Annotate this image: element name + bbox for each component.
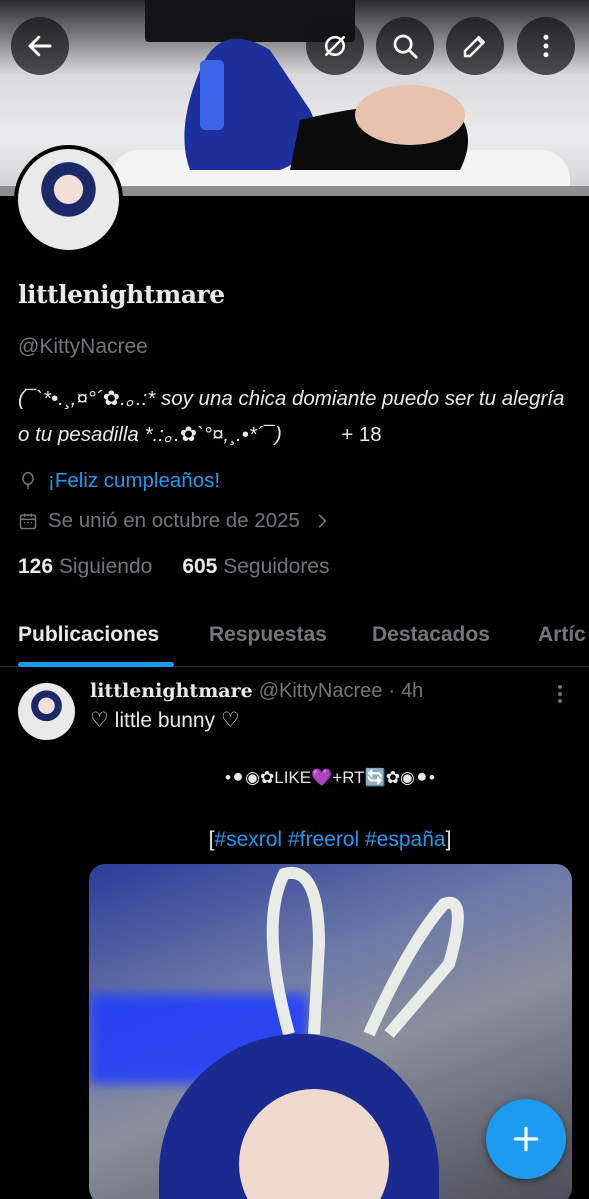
following-link[interactable]: 126 Siguiendo — [18, 555, 152, 579]
back-button[interactable] — [11, 17, 69, 75]
joined-row[interactable]: Se unió en octubre de 2025 — [18, 509, 332, 533]
hashtag-link[interactable]: #españa — [365, 828, 446, 851]
post-deco-line: •⚫◉✿LIKE💜+RT🔄✿◉⚫• — [224, 768, 436, 787]
post-author-name[interactable]: littlenightmare — [90, 680, 253, 702]
mute-button[interactable] — [306, 17, 364, 75]
tab-articles[interactable]: Artíc — [538, 623, 586, 647]
search-button[interactable] — [376, 17, 434, 75]
more-button[interactable] — [517, 17, 575, 75]
tags-close: ] — [445, 828, 452, 851]
avatar-image — [18, 149, 119, 250]
no-sound-icon — [325, 36, 345, 56]
edit-button[interactable] — [446, 17, 504, 75]
hashtag-link[interactable]: #freerol — [288, 828, 359, 851]
edit-icon — [463, 36, 485, 58]
followers-count: 605 — [182, 555, 218, 578]
bio-text: (¯`*•.¸,¤°´✿.｡.:* soy una chica domiante… — [18, 387, 565, 446]
post-author-handle: @KittyNacree — [258, 680, 383, 702]
post-header: littlenightmare @KittyNacree · 4h — [90, 680, 423, 703]
balloon-icon — [22, 471, 34, 490]
follow-stats: 126 Siguiendo 605 Seguidores — [18, 555, 329, 579]
followers-label: Seguidores — [223, 555, 330, 578]
post-more-icon[interactable] — [548, 680, 572, 708]
followers-link[interactable]: 605 Seguidores — [182, 555, 329, 579]
plus-icon — [513, 1126, 539, 1152]
hashtag-link[interactable]: #sexrol — [214, 828, 282, 851]
bunny-ears — [266, 866, 464, 1038]
profile-bio: (¯`*•.¸,¤°´✿.｡.:* soy una chica domiante… — [18, 381, 578, 453]
more-vertical-icon — [543, 34, 549, 58]
tab-highlights[interactable]: Destacados — [372, 623, 490, 647]
following-count: 126 — [18, 555, 54, 578]
post-separator: · — [388, 680, 396, 702]
post-avatar[interactable] — [18, 683, 75, 740]
birthday-text: ¡Feliz cumpleaños! — [48, 469, 221, 492]
tab-posts[interactable]: Publicaciones — [18, 623, 159, 647]
bio-age: + 18 — [341, 423, 382, 446]
post-tags: [#sexrol #freerol #españa] — [90, 828, 570, 852]
chevron-right-icon — [318, 514, 327, 528]
active-tab-indicator — [18, 662, 174, 667]
profile-tabs: Publicaciones Respuestas Destacados Artí… — [0, 605, 589, 667]
arrow-left-icon — [28, 35, 52, 57]
post-time: 4h — [401, 680, 424, 702]
compose-button[interactable] — [486, 1099, 566, 1179]
tab-replies[interactable]: Respuestas — [209, 623, 327, 647]
birthday-row[interactable]: ¡Feliz cumpleaños! — [18, 469, 220, 493]
display-name: littlenightmare — [18, 280, 225, 309]
joined-text: Se unió en octubre de 2025 — [48, 509, 300, 532]
calendar-icon — [19, 513, 37, 530]
search-icon — [393, 34, 418, 59]
profile-handle: @KittyNacree — [18, 335, 148, 358]
post-text-line: ♡ little bunny ♡ — [90, 709, 240, 732]
following-label: Siguiendo — [58, 555, 153, 578]
profile-avatar[interactable] — [14, 145, 123, 254]
